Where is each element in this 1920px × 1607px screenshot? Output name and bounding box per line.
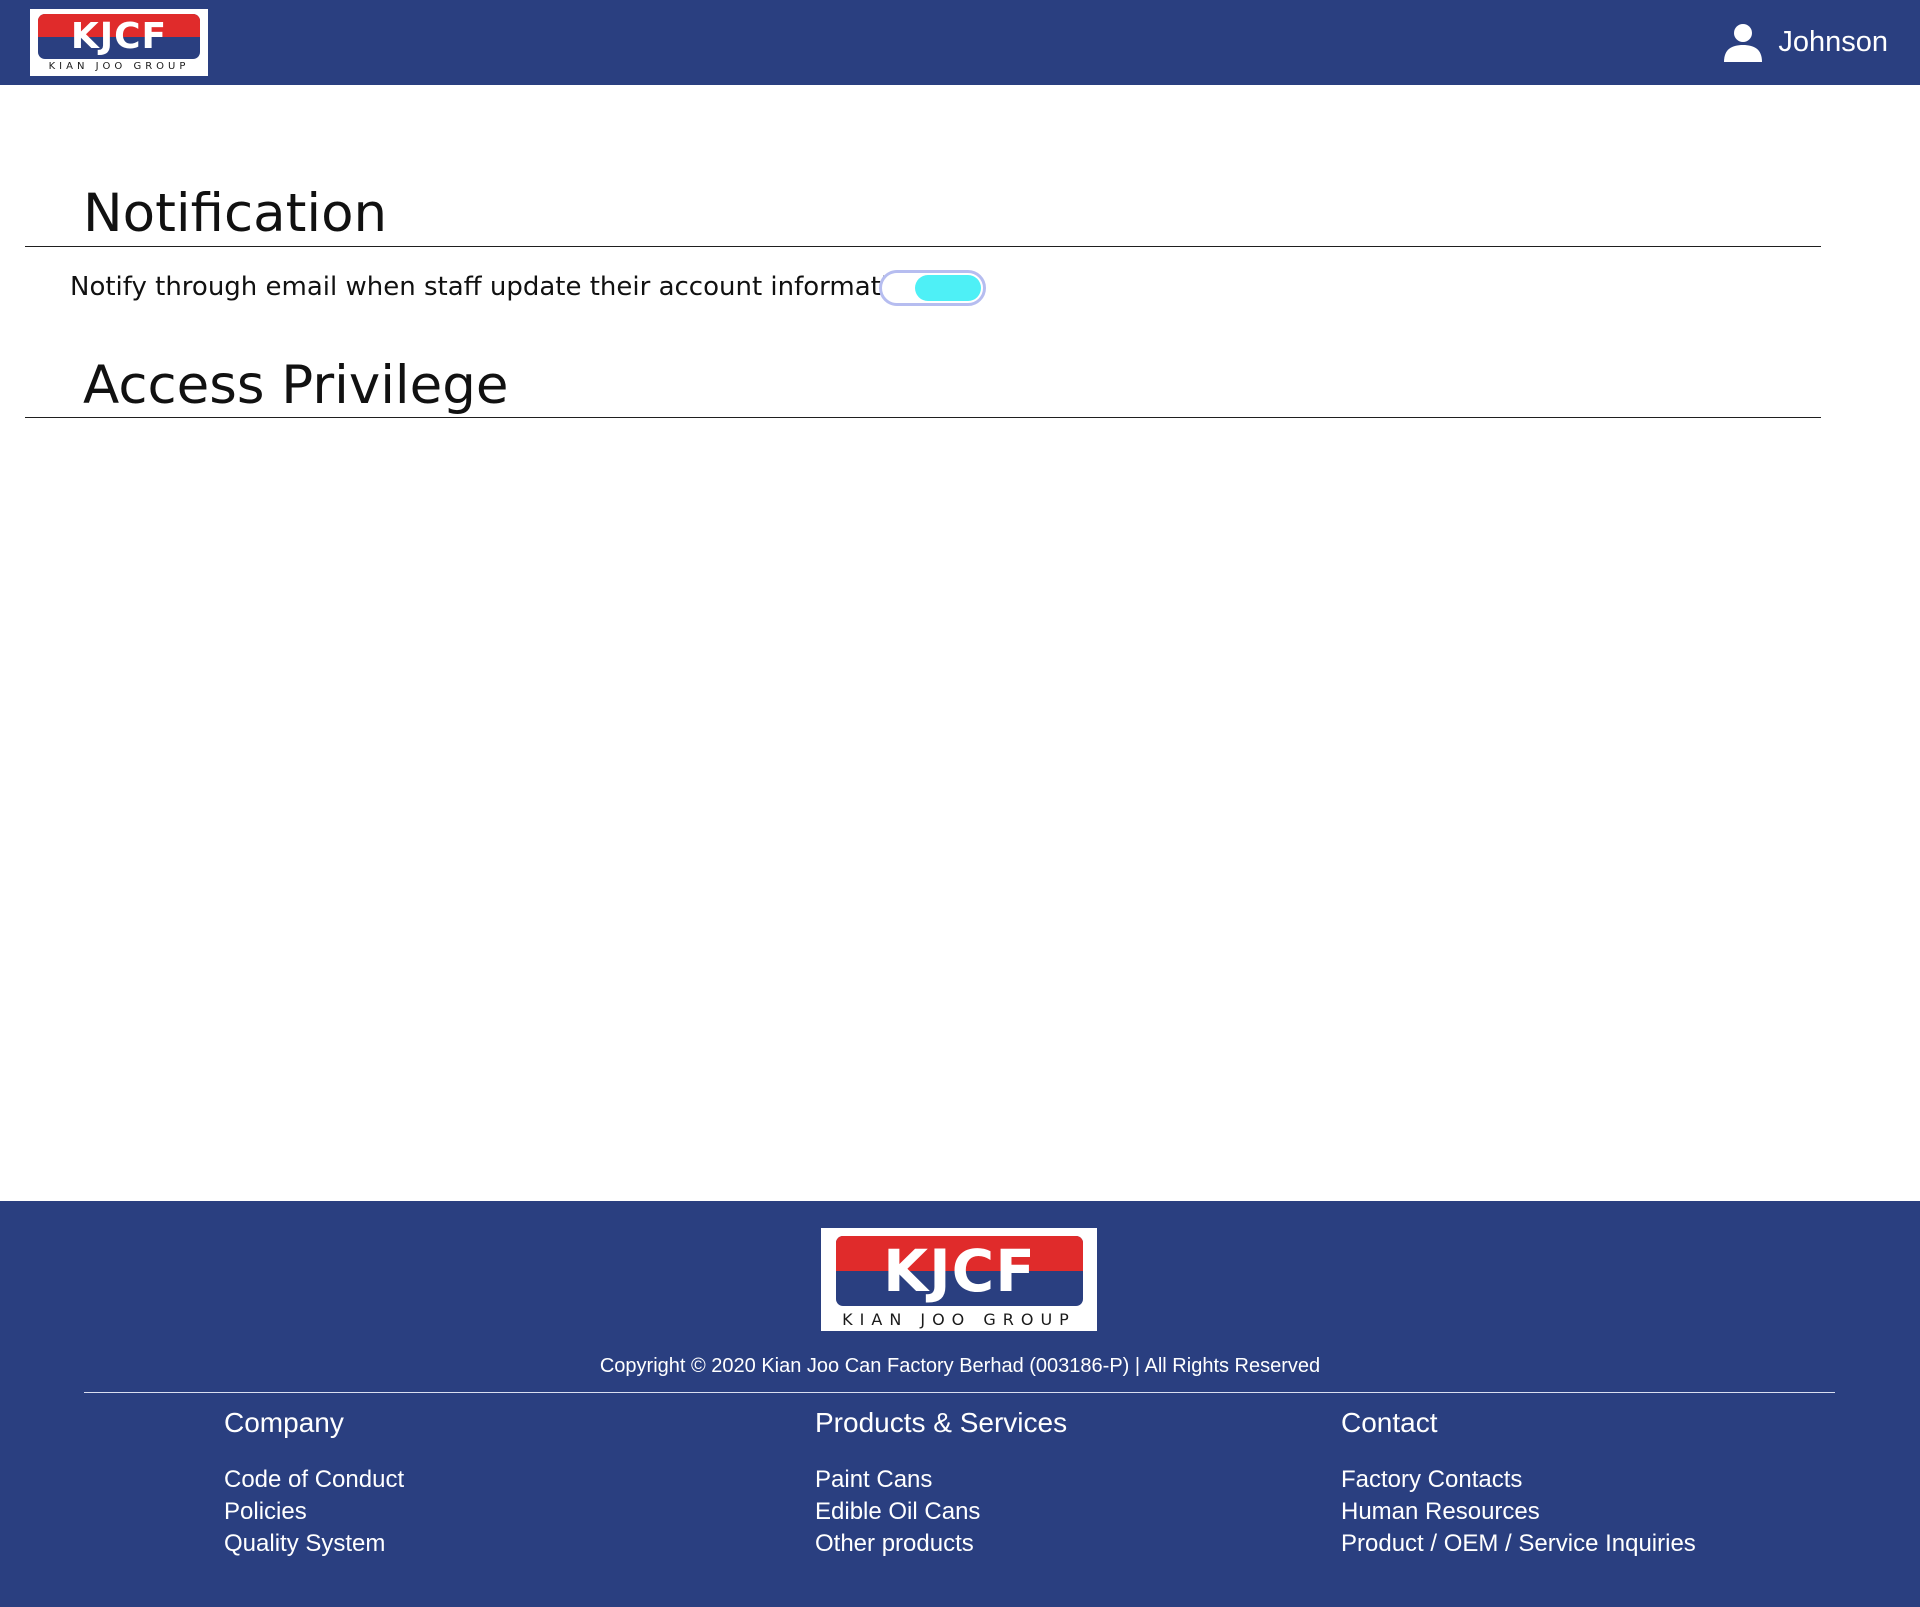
footer-heading-contact: Contact [1341,1407,1438,1438]
notification-divider [25,246,1821,247]
logo-mark: KJCF [38,14,200,59]
email-notification-toggle[interactable] [879,270,986,306]
footer-link-policies[interactable]: Policies [224,1496,404,1528]
footer-logo-text: KJCF [883,1237,1036,1305]
footer-column-company: Company Code of Conduct Policies Quality… [224,1407,404,1560]
user-icon [1724,24,1763,62]
footer-heading-company: Company [224,1407,344,1438]
footer-link-human-resources[interactable]: Human Resources [1341,1496,1696,1528]
footer-logo-subtext: KIAN JOO GROUP [842,1310,1076,1329]
footer-link-code-of-conduct[interactable]: Code of Conduct [224,1464,404,1496]
footer-link-edible-oil-cans[interactable]: Edible Oil Cans [815,1496,1067,1528]
footer-divider [84,1392,1835,1393]
footer-logo-mark: KJCF [836,1236,1083,1306]
toggle-knob [915,275,981,301]
top-navigation-bar: KJCF KIAN JOO GROUP Johnson [0,0,1920,85]
footer-kjcf-logo[interactable]: KJCF KIAN JOO GROUP [821,1228,1097,1331]
email-notification-label: Notify through email when staff update t… [70,272,921,302]
user-menu[interactable]: Johnson [1722,20,1888,64]
user-name: Johnson [1778,25,1888,58]
logo-subtext: KIAN JOO GROUP [48,61,190,72]
footer-column-products-services: Products & Services Paint Cans Edible Oi… [815,1407,1067,1560]
notification-heading: Notification [83,183,388,244]
access-privilege-divider [25,417,1821,418]
access-privilege-heading: Access Privilege [83,355,509,416]
logo-text: KJCF [70,16,168,57]
footer-link-factory-contacts[interactable]: Factory Contacts [1341,1464,1696,1496]
footer-link-paint-cans[interactable]: Paint Cans [815,1464,1067,1496]
footer-link-quality-system[interactable]: Quality System [224,1528,404,1560]
footer-link-other-products[interactable]: Other products [815,1528,1067,1560]
site-footer: KJCF KIAN JOO GROUP Copyright © 2020 Kia… [0,1201,1920,1607]
kjcf-logo[interactable]: KJCF KIAN JOO GROUP [30,9,208,76]
footer-column-contact: Contact Factory Contacts Human Resources… [1341,1407,1696,1560]
copyright-text: Copyright © 2020 Kian Joo Can Factory Be… [599,1355,1321,1377]
footer-link-inquiries[interactable]: Product / OEM / Service Inquiries [1341,1528,1696,1560]
footer-heading-products-services: Products & Services [815,1407,1068,1438]
